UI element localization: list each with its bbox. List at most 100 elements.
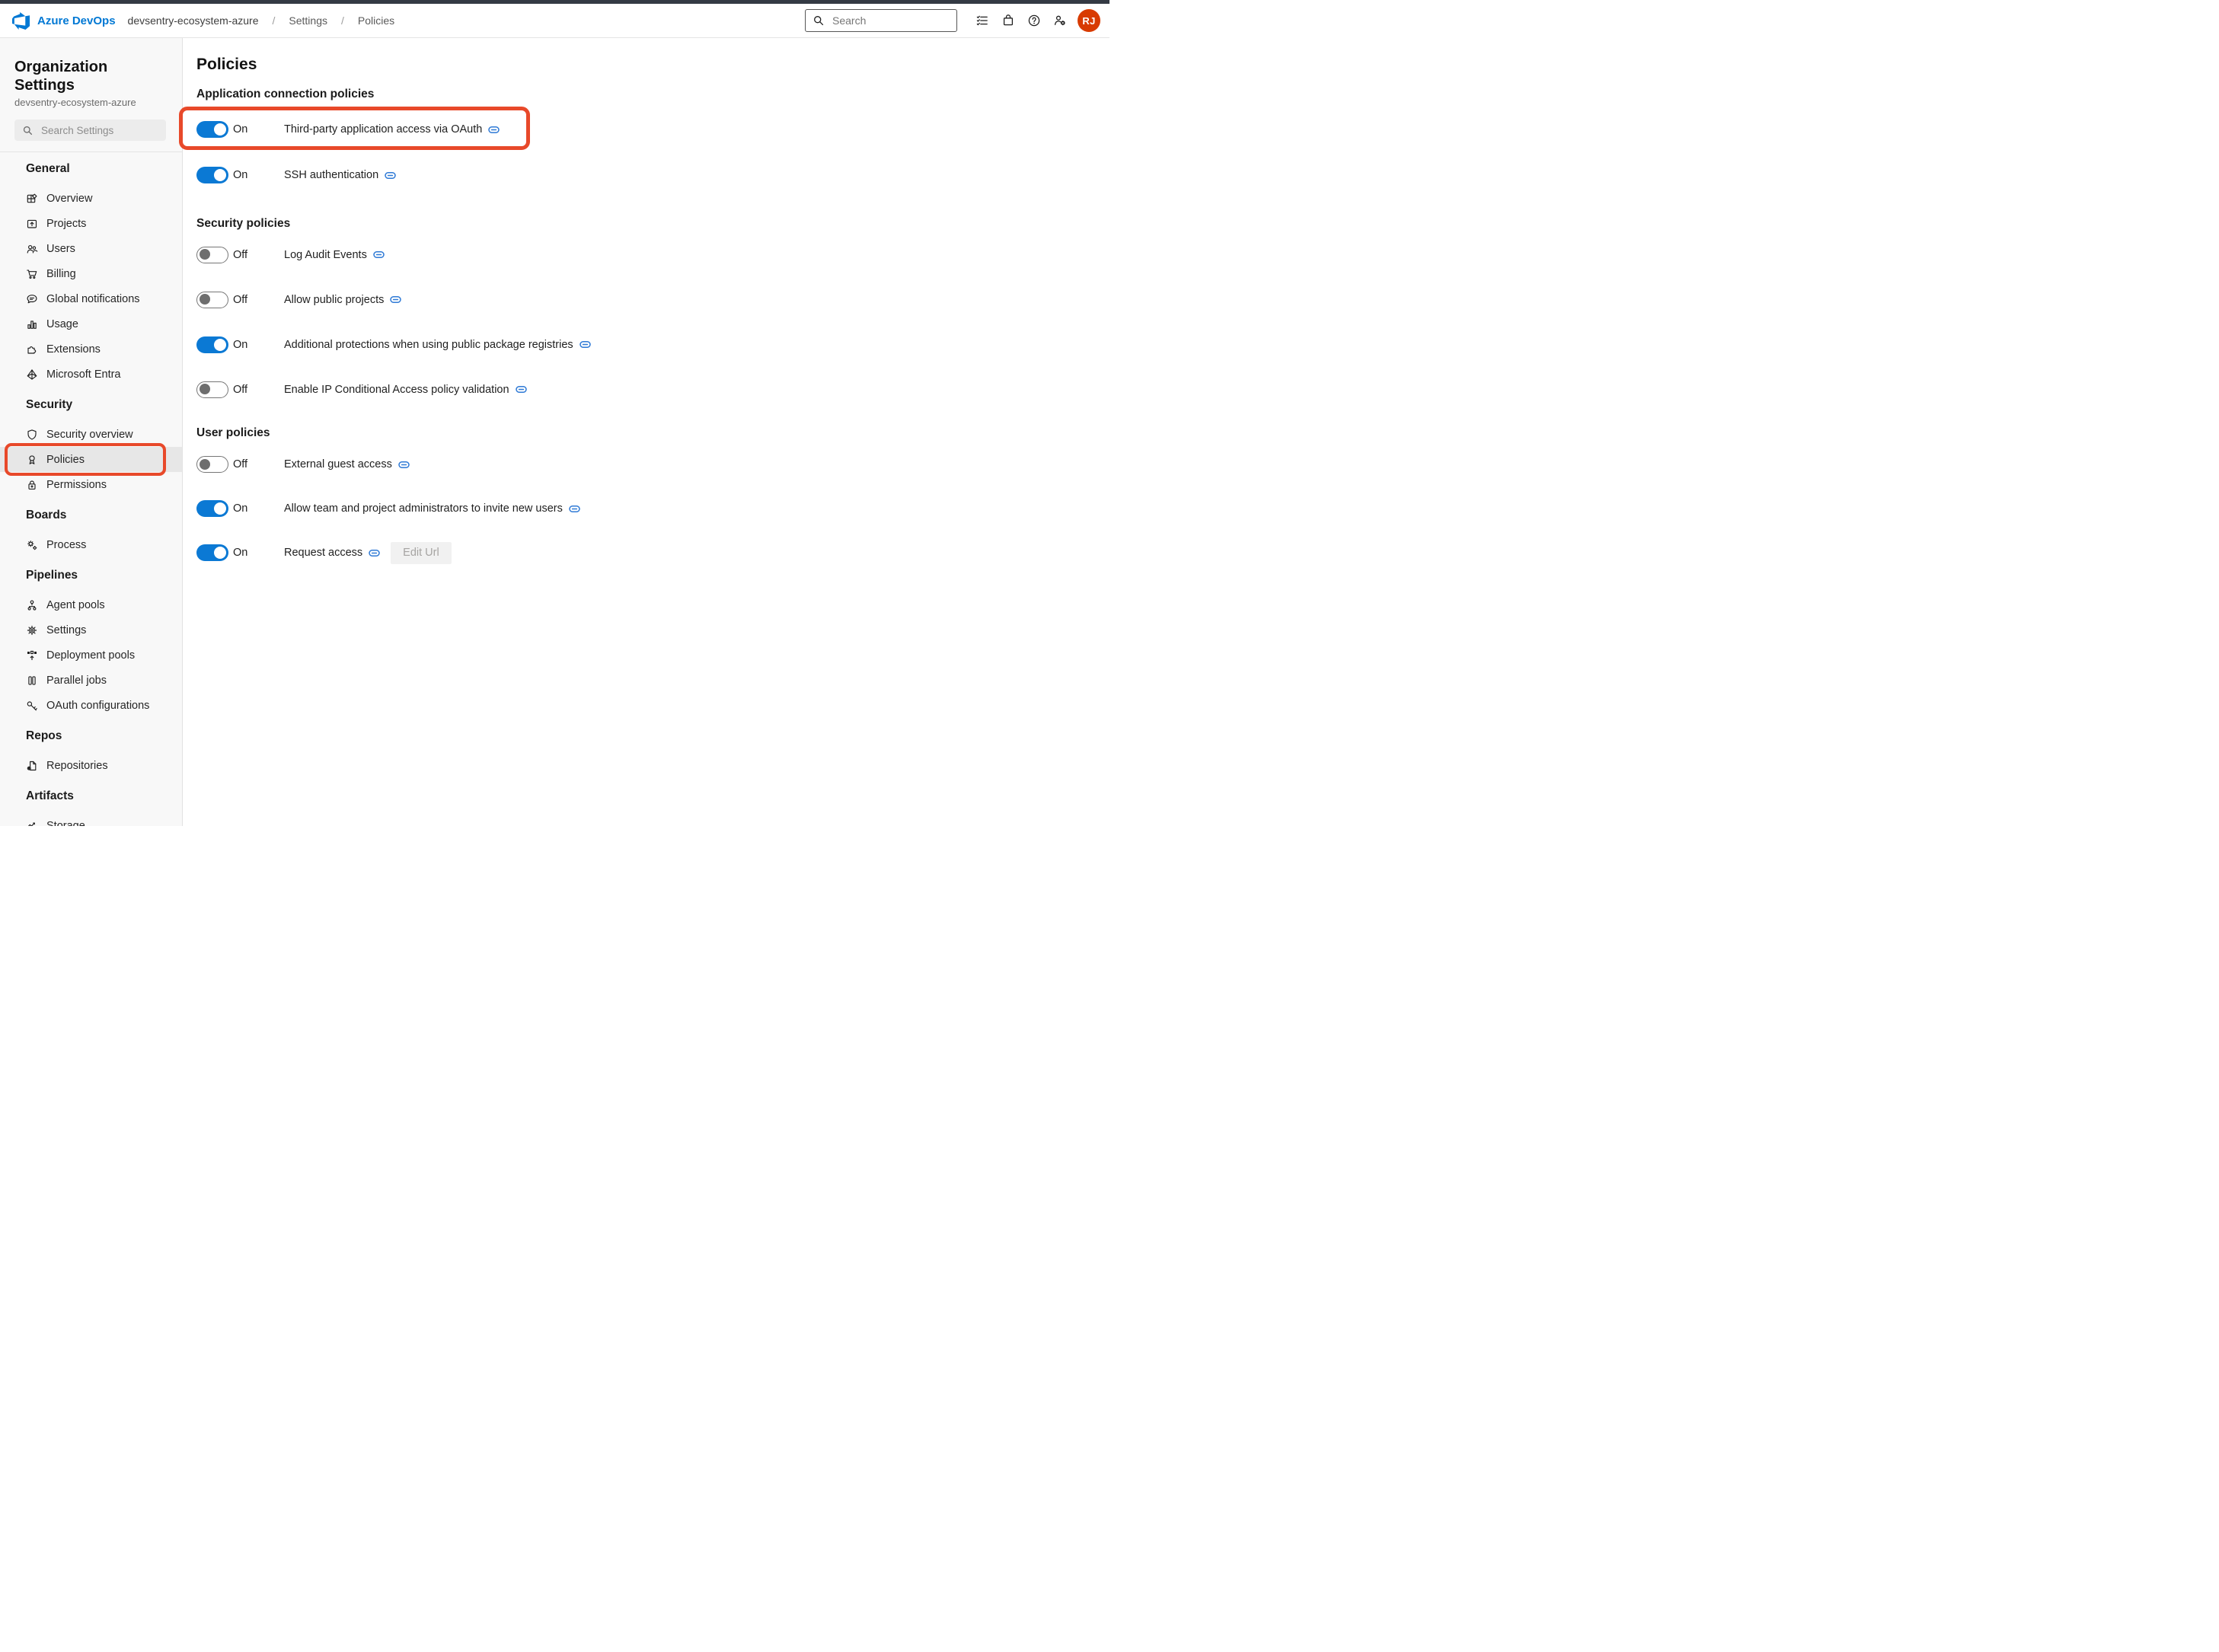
sidebar-item-label: Parallel jobs bbox=[46, 675, 107, 687]
storage-trend-icon bbox=[26, 820, 38, 827]
sidebar-item-billing[interactable]: Billing bbox=[0, 261, 182, 286]
toggle-state-label: On bbox=[233, 547, 284, 559]
link-icon[interactable] bbox=[373, 250, 385, 259]
repositories-icon bbox=[26, 760, 38, 772]
sidebar-item-extensions[interactable]: Extensions bbox=[0, 336, 182, 362]
sidebar-item-label: Usage bbox=[46, 318, 78, 330]
sidebar-item-oauth-configurations[interactable]: OAuth configurations bbox=[0, 693, 182, 718]
sidebar-item-overview[interactable]: Overview bbox=[0, 186, 182, 211]
link-icon[interactable] bbox=[569, 505, 580, 513]
policy-label: External guest access bbox=[284, 458, 392, 470]
tasklist-icon bbox=[975, 14, 989, 27]
toggle-state-label: Off bbox=[233, 384, 284, 396]
link-icon[interactable] bbox=[579, 340, 591, 349]
sidebar-item-storage[interactable]: Storage bbox=[0, 813, 182, 826]
policy-label: Request access bbox=[284, 547, 362, 559]
sidebar-section-repos: Repos bbox=[26, 729, 182, 744]
sidebar-section-general: General bbox=[26, 161, 182, 177]
sidebar-item-policies[interactable]: Policies bbox=[0, 447, 182, 472]
toggle-additional-protections[interactable] bbox=[196, 336, 228, 353]
toggle-state-label: On bbox=[233, 502, 284, 515]
section-heading-security-policies: Security policies bbox=[196, 216, 1110, 231]
sidebar-item-pipeline-settings[interactable]: Settings bbox=[0, 617, 182, 643]
avatar[interactable]: RJ bbox=[1078, 9, 1100, 32]
toggle-ssh-authentication[interactable] bbox=[196, 167, 228, 183]
sidebar-item-label: Microsoft Entra bbox=[46, 368, 121, 381]
section-heading-application-connection: Application connection policies bbox=[196, 87, 1110, 102]
toggle-knob bbox=[200, 294, 210, 305]
sidebar-item-label: Deployment pools bbox=[46, 649, 135, 662]
toggle-ip-conditional-access[interactable] bbox=[196, 381, 228, 398]
azure-devops-logo-icon[interactable] bbox=[12, 12, 30, 30]
global-search-box[interactable] bbox=[805, 9, 957, 32]
user-settings-button[interactable] bbox=[1047, 8, 1073, 33]
policy-row-external-guest-access: Off External guest access bbox=[196, 442, 1110, 486]
marketplace-button[interactable] bbox=[995, 8, 1021, 33]
agent-pools-icon bbox=[26, 599, 38, 611]
process-gears-icon bbox=[26, 539, 38, 551]
sidebar-item-usage[interactable]: Usage bbox=[0, 311, 182, 336]
policies-content: Policies Application connection policies… bbox=[183, 38, 1110, 826]
settings-search-input[interactable] bbox=[40, 124, 157, 137]
breadcrumb-organization[interactable]: devsentry-ecosystem-azure bbox=[128, 14, 259, 27]
policy-label: Enable IP Conditional Access policy vali… bbox=[284, 384, 509, 396]
sidebar-item-repositories[interactable]: Repositories bbox=[0, 753, 182, 778]
toggle-invite-new-users[interactable] bbox=[196, 500, 228, 517]
sidebar-item-users[interactable]: Users bbox=[0, 236, 182, 261]
tasklist-button[interactable] bbox=[969, 8, 995, 33]
settings-search-box[interactable] bbox=[14, 120, 166, 141]
usage-chart-icon bbox=[26, 318, 38, 330]
toggle-knob bbox=[200, 459, 210, 470]
toggle-external-guest-access[interactable] bbox=[196, 456, 228, 473]
user-settings-icon bbox=[1053, 14, 1067, 27]
policy-label: Third-party application access via OAuth bbox=[284, 123, 482, 136]
link-icon[interactable] bbox=[516, 385, 527, 394]
sidebar-item-label: Projects bbox=[46, 218, 86, 230]
sidebar-item-permissions[interactable]: Permissions bbox=[0, 472, 182, 497]
link-icon[interactable] bbox=[369, 549, 380, 557]
sidebar-item-process[interactable]: Process bbox=[0, 532, 182, 557]
breadcrumb-policies[interactable]: Policies bbox=[358, 14, 394, 27]
policy-row-request-access: On Request access Edit Url bbox=[196, 531, 1110, 575]
brand-title[interactable]: Azure DevOps bbox=[37, 14, 116, 27]
sidebar-item-label: Users bbox=[46, 243, 75, 255]
sidebar-item-label: Security overview bbox=[46, 429, 133, 441]
sidebar-item-parallel-jobs[interactable]: Parallel jobs bbox=[0, 668, 182, 693]
global-search-input[interactable] bbox=[831, 14, 948, 27]
top-header: Azure DevOps devsentry-ecosystem-azure /… bbox=[0, 4, 1110, 38]
header-actions: RJ bbox=[805, 8, 1110, 33]
policy-row-log-audit-events: Off Log Audit Events bbox=[196, 232, 1110, 277]
link-icon[interactable] bbox=[488, 126, 500, 134]
edit-url-button[interactable]: Edit Url bbox=[391, 542, 452, 564]
sidebar-item-microsoft-entra[interactable]: Microsoft Entra bbox=[0, 362, 182, 387]
policy-row-ssh-authentication: On SSH authentication bbox=[196, 152, 1110, 198]
toggle-third-party-oauth[interactable] bbox=[196, 121, 228, 138]
policy-row-third-party-oauth: On Third-party application access via OA… bbox=[196, 107, 1110, 152]
section-heading-user-policies: User policies bbox=[196, 426, 1110, 441]
toggle-state-label: Off bbox=[233, 458, 284, 470]
policies-ribbon-icon bbox=[26, 454, 38, 466]
sidebar-item-security-overview[interactable]: Security overview bbox=[0, 422, 182, 447]
link-icon[interactable] bbox=[390, 295, 401, 304]
sidebar-item-global-notifications[interactable]: Global notifications bbox=[0, 286, 182, 311]
link-icon[interactable] bbox=[385, 171, 396, 180]
sidebar-title: Organization Settings bbox=[14, 58, 167, 94]
toggle-allow-public-projects[interactable] bbox=[196, 292, 228, 308]
toggle-request-access[interactable] bbox=[196, 544, 228, 561]
sidebar-item-deployment-pools[interactable]: Deployment pools bbox=[0, 643, 182, 668]
shield-icon bbox=[26, 429, 38, 441]
sidebar-item-label: Policies bbox=[46, 454, 85, 466]
help-button[interactable] bbox=[1021, 8, 1047, 33]
microsoft-entra-icon bbox=[26, 368, 38, 381]
toggle-knob bbox=[200, 249, 210, 260]
toggle-state-label: Off bbox=[233, 249, 284, 261]
notifications-comment-icon bbox=[26, 293, 38, 305]
link-icon[interactable] bbox=[398, 461, 410, 469]
policy-label: Allow public projects bbox=[284, 294, 384, 306]
toggle-log-audit-events[interactable] bbox=[196, 247, 228, 263]
sidebar-item-agent-pools[interactable]: Agent pools bbox=[0, 592, 182, 617]
policy-label: SSH authentication bbox=[284, 169, 378, 181]
breadcrumb-settings[interactable]: Settings bbox=[289, 14, 327, 27]
sidebar-item-projects[interactable]: Projects bbox=[0, 211, 182, 236]
sidebar-item-label: Agent pools bbox=[46, 599, 105, 611]
